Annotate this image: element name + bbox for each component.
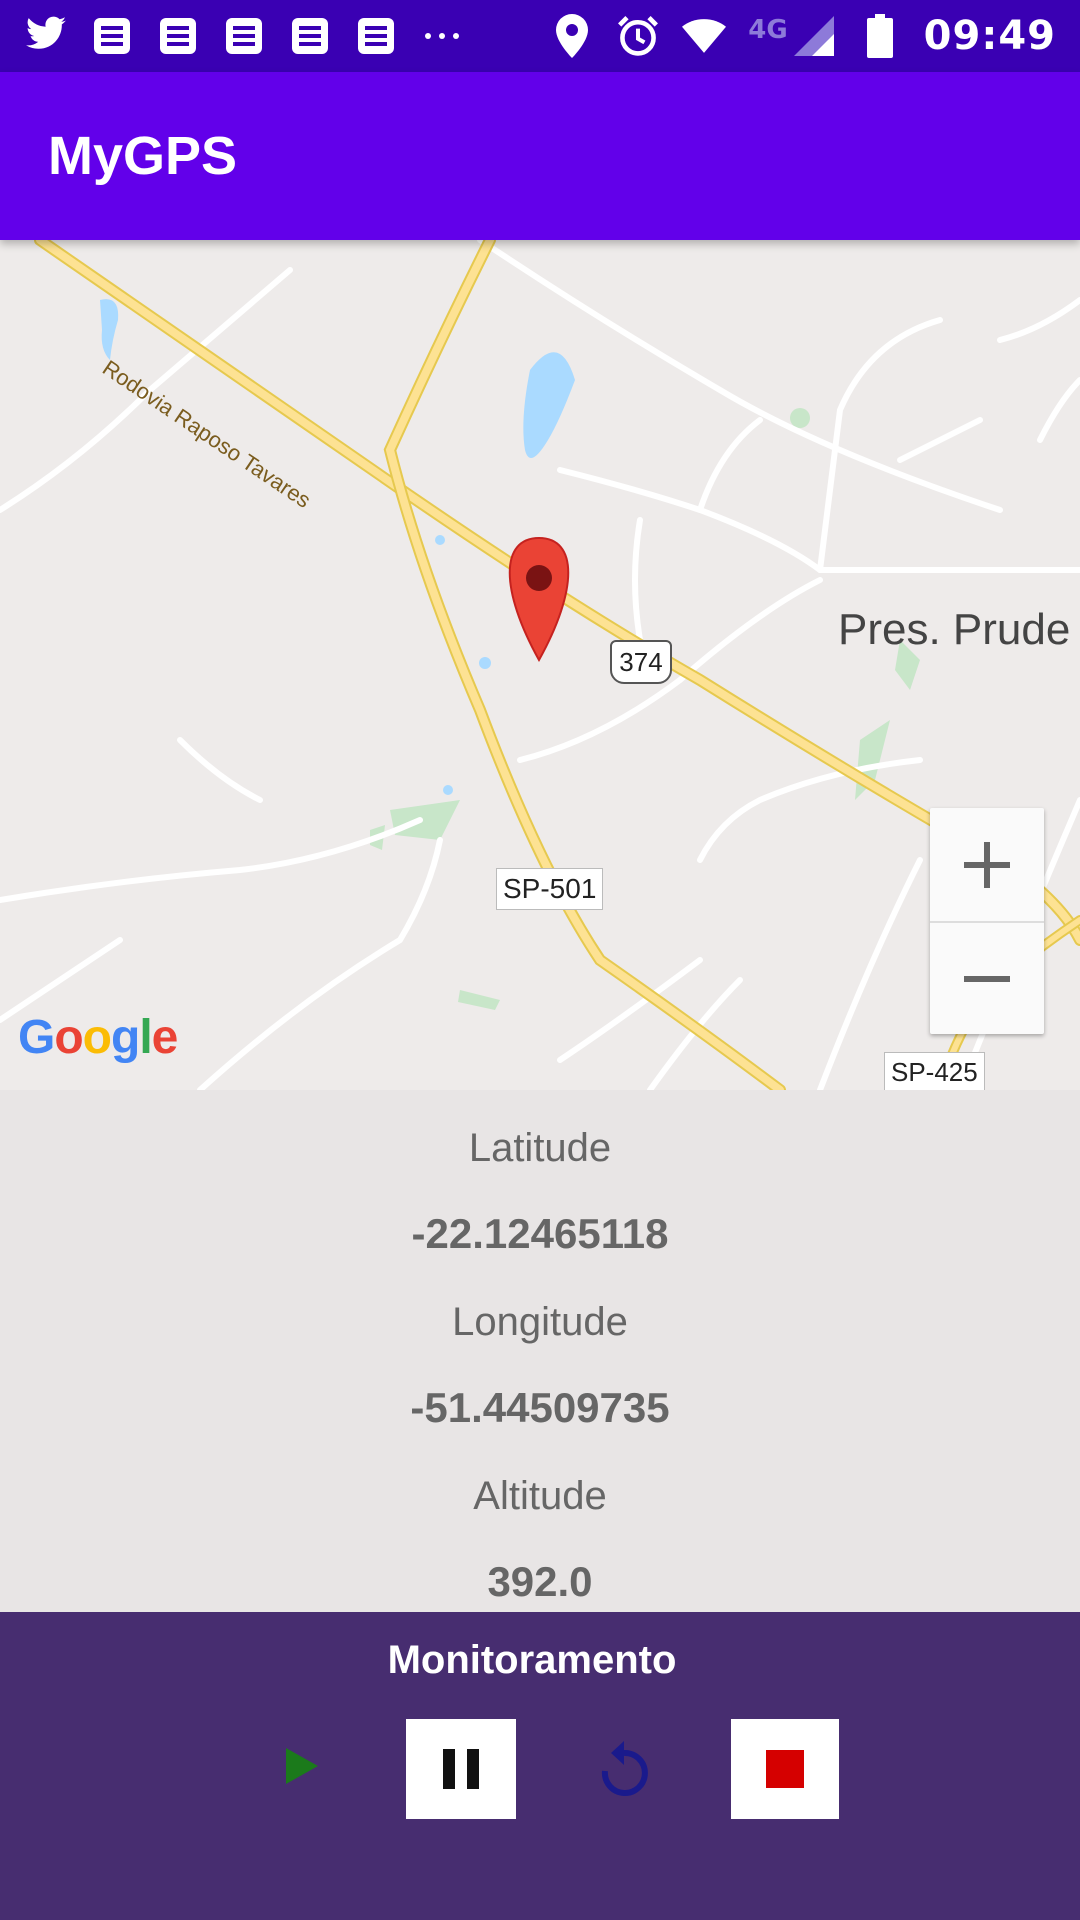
notification-icon [90,14,134,58]
minus-icon [964,975,1010,982]
latitude-label: Latitude [468,1126,612,1170]
notification-icon [156,14,200,58]
clock: 09:49 [923,13,1056,59]
monitoring-title: Monitoramento [387,1638,677,1682]
location-icon [550,14,594,58]
plus-icon [964,841,1010,888]
longitude-label: Longitude [452,1300,628,1344]
location-info-panel: Latitude -22.12465118 Longitude -51.4450… [0,1090,1080,1612]
more-icon [420,14,464,58]
twitter-icon [24,14,68,58]
highway-label-sp501: SP-501 [496,868,604,910]
map-pin-icon[interactable] [508,536,570,663]
stop-icon [766,1750,804,1788]
longitude-value: -51.44509735 [410,1384,670,1431]
altitude-value: 392.0 [487,1558,593,1605]
restart-button[interactable] [594,1726,654,1812]
battery-icon [858,14,902,58]
monitoring-panel: Monitoramento [0,1612,1080,1920]
alarm-icon [616,14,660,58]
wifi-icon [682,14,727,58]
map-view[interactable]: Rodovia Raposo Tavares Pres. Prude 374 S… [0,240,1080,1090]
latitude-value: -22.12465118 [411,1210,669,1257]
status-bar: 4G 09:49 [0,0,1080,72]
pause-icon [443,1749,479,1789]
notification-icon [222,14,266,58]
zoom-out-button[interactable] [930,921,1044,1034]
pause-button[interactable] [406,1719,516,1819]
notification-icon [288,14,332,58]
stop-button[interactable] [731,1719,839,1819]
restart-icon [601,1741,648,1796]
play-icon [286,1748,318,1784]
altitude-label: Altitude [473,1474,607,1518]
highway-label-sp425: SP-425 [884,1052,985,1090]
network-type: 4G [748,15,788,45]
signal-icon [792,14,836,58]
zoom-in-button[interactable] [930,808,1044,921]
app-title: MyGPS [48,126,238,186]
map-tiles [0,240,1080,1090]
highway-shield-374: 374 [610,640,672,684]
play-button[interactable] [272,1716,332,1816]
app-bar: MyGPS [0,72,1080,240]
zoom-controls [930,808,1044,1034]
city-label: Pres. Prude [838,605,1071,654]
google-logo: Google [18,1011,178,1064]
notification-icon [354,14,398,58]
